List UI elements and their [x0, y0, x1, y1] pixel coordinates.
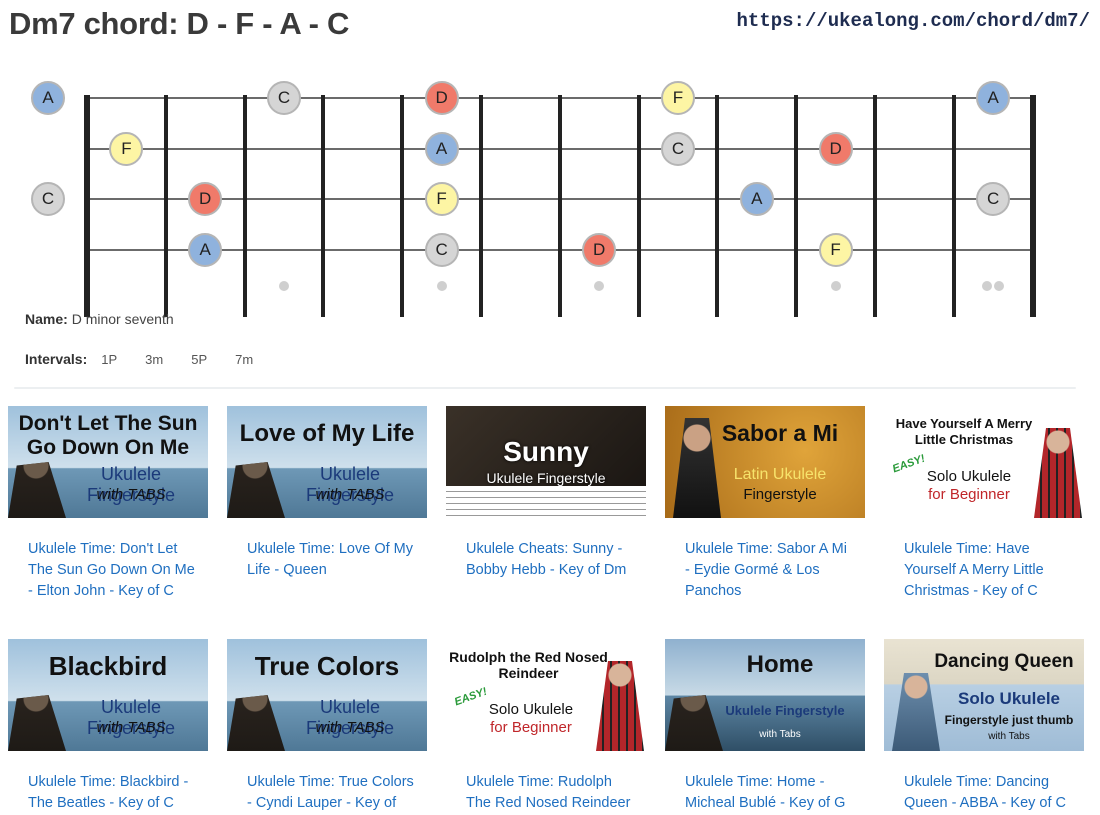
thumbnail-note: with TABS: [96, 719, 166, 736]
note-marker-a: A: [739, 182, 774, 216]
thumbnail-subtitle: Solo Ukulele: [488, 701, 574, 718]
thumbnail-title: Sunny: [503, 436, 589, 467]
thumbnail-note: for Beginner: [490, 719, 572, 736]
thumbnail-title: Rudolph the Red Nosed Reindeer: [449, 649, 608, 681]
fretboard-diagram: ACDFAFACDCDFACACDF: [0, 60, 1100, 317]
fret-line: [951, 95, 956, 317]
chord-name-label: Name:: [25, 311, 68, 327]
interval-item: 1P: [101, 351, 118, 367]
video-link[interactable]: Ukulele Time: Sabor A Mi - Eydie Gormé &…: [685, 539, 853, 602]
intervals-label: Intervals:: [25, 351, 88, 367]
thumbnail-subtitle: Solo Ukulele: [926, 468, 1012, 485]
note-marker-f: F: [661, 81, 695, 115]
video-thumbnail[interactable]: Sabor a Mi Latin Ukulele Fingerstyle: [665, 406, 865, 518]
video-thumbnail[interactable]: Sunny Ukulele Fingerstyle: [446, 406, 646, 518]
fret-line: [400, 95, 405, 317]
thumbnail-note-2: with Tabs: [988, 731, 1030, 742]
interval-item: 5P: [191, 351, 208, 367]
video-link[interactable]: Ukulele Time: Love Of My Life - Queen: [247, 539, 415, 581]
thumbnail-title: Have Yourself A Merry Little Christmas: [895, 416, 1033, 447]
fret-marker-dot: [982, 281, 993, 291]
note-marker-a: A: [188, 233, 223, 267]
note-marker-c: C: [31, 182, 65, 216]
interval-item: 7m: [235, 351, 254, 367]
fret-line: [715, 95, 720, 317]
note-marker-d: D: [818, 132, 853, 166]
video-thumbnail[interactable]: Have Yourself A Merry Little Christmas E…: [884, 406, 1084, 518]
intervals-row: Intervals: 1P 3m 5P 7m: [25, 351, 281, 367]
video-thumbnail[interactable]: Dancing Queen Solo Ukulele Fingerstyle j…: [884, 639, 1084, 751]
thumbnail-note: with TABS: [315, 486, 385, 503]
thumbnail-note: with TABS: [96, 486, 166, 503]
fret-marker-dot: [436, 281, 447, 291]
fret-marker-dot: [830, 281, 841, 291]
note-marker-d: D: [424, 81, 459, 115]
note-marker-c: C: [424, 233, 459, 267]
video-link[interactable]: Ukulele Time: Don't Let The Sun Go Down …: [28, 539, 196, 602]
thumbnail-title: Dancing Queen: [934, 651, 1074, 672]
thumbnail-note: Fingerstyle: [743, 486, 817, 503]
performer-image: [892, 673, 940, 751]
video-thumbnail[interactable]: Blackbird Ukulele Fingerstyle with TABS: [8, 639, 208, 751]
thumbnail-subtitle: Latin Ukulele: [733, 466, 827, 483]
note-marker-a: A: [976, 81, 1011, 115]
video-thumbnail[interactable]: True Colors Ukulele Fingerstyle with TAB…: [227, 639, 427, 751]
note-marker-f: F: [424, 182, 459, 216]
video-thumbnail[interactable]: Love of My Life Ukulele Fingerstyle with…: [227, 406, 427, 518]
note-marker-c: C: [976, 182, 1011, 216]
thumbnail-subtitle: Ukulele Fingerstyle: [486, 470, 606, 486]
page-title: Dm7 chord: D - F - A - C: [9, 6, 350, 41]
thumbnail-title: Love of My Life: [239, 420, 415, 447]
note-marker-d: D: [582, 233, 617, 267]
note-marker-a: A: [424, 132, 459, 166]
video-link[interactable]: Ukulele Time: Have Yourself A Merry Litt…: [904, 539, 1072, 602]
fret-marker-dot: [994, 281, 1005, 291]
video-link[interactable]: Ukulele Time: Dancing Queen - ABBA - Key…: [904, 772, 1072, 814]
section-divider: [14, 387, 1076, 389]
video-thumbnail[interactable]: Don't Let The Sun Go Down On Me Ukulele …: [8, 406, 208, 518]
video-link[interactable]: Ukulele Time: Home - Micheal Bublé - Key…: [685, 772, 853, 814]
thumbnail-title: Blackbird: [48, 651, 168, 681]
thumbnail-note: with TABS: [315, 719, 385, 736]
fret-line: [794, 95, 799, 317]
thumbnail-title: Sabor a Mi: [721, 420, 839, 446]
fret-line: [479, 95, 483, 317]
note-marker-f: F: [818, 233, 853, 267]
chord-name-value: D minor seventh: [71, 311, 174, 327]
video-thumbnail[interactable]: Rudolph the Red Nosed Reindeer EASY! Sol…: [446, 639, 646, 751]
page-url[interactable]: https://ukealong.com/chord/dm7/: [737, 10, 1090, 32]
thumbnail-title: Home: [746, 651, 814, 678]
thumbnail-title: True Colors: [254, 651, 400, 681]
thumbnail-subtitle: Solo Ukulele: [957, 689, 1061, 708]
note-marker-c: C: [661, 132, 695, 166]
note-marker-d: D: [188, 182, 223, 216]
thumbnail-title: Don't Let The Sun Go Down On Me: [18, 412, 198, 459]
fret-line: [163, 95, 168, 317]
video-link[interactable]: Ukulele Time: Blackbird - The Beatles - …: [28, 772, 196, 814]
fret-line: [557, 95, 562, 317]
thumbnail-note: Fingerstyle just thumb: [944, 713, 1074, 727]
thumbnail-note: for Beginner: [928, 486, 1010, 503]
thumbnail-subtitle: Ukulele Fingerstyle: [725, 703, 845, 718]
fret-line: [321, 95, 326, 317]
fret-marker-dot: [279, 281, 289, 291]
fret-line: [1029, 95, 1036, 317]
fret-line: [242, 95, 247, 317]
video-link[interactable]: Ukulele Time: Rudolph The Red Nosed Rein…: [466, 772, 634, 814]
note-marker-a: A: [31, 81, 65, 115]
video-thumbnail[interactable]: Home Ukulele Fingerstyle with Tabs: [665, 639, 865, 751]
fret-marker-dot: [594, 281, 605, 291]
note-marker-c: C: [267, 81, 301, 115]
nut: [84, 95, 90, 317]
fret-line: [636, 95, 641, 317]
thumbnail-note: with Tabs: [759, 729, 801, 740]
tab-sheet-image: [446, 486, 646, 518]
video-link[interactable]: Ukulele Time: True Colors - Cyndi Lauper…: [247, 772, 415, 814]
interval-item: 3m: [145, 351, 164, 367]
video-link[interactable]: Ukulele Cheats: Sunny - Bobby Hebb - Key…: [466, 539, 634, 581]
chord-name-row: Name: D minor seventh: [25, 311, 174, 327]
fret-line: [873, 95, 877, 317]
note-marker-f: F: [109, 132, 144, 166]
